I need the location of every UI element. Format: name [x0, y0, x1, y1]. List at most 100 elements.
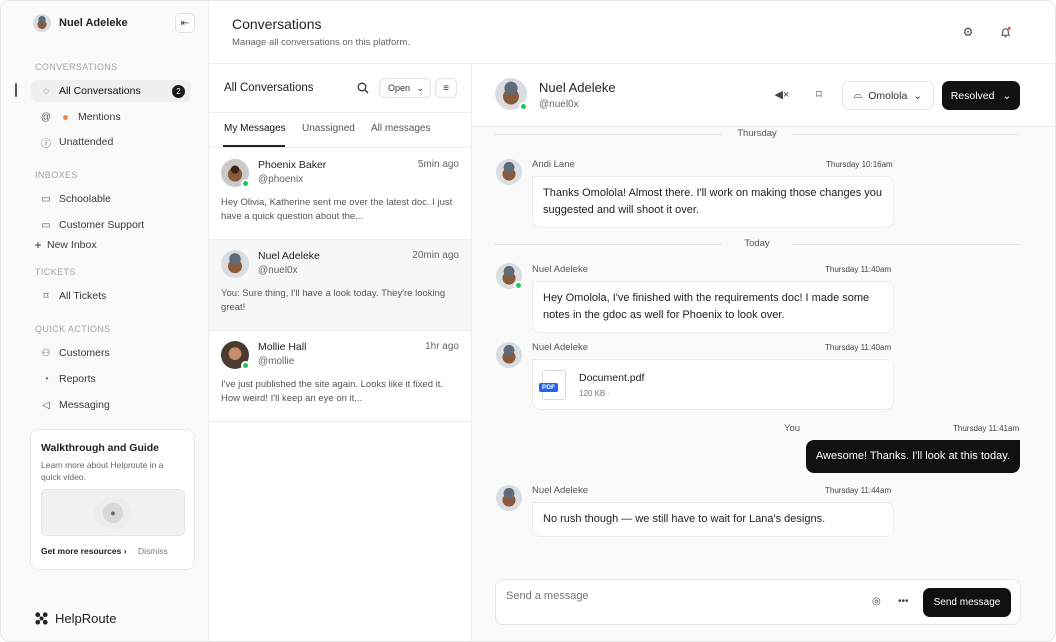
app-window: Nuel Adeleke ⇤ CONVERSATIONS ◌ All Conve… — [0, 0, 1056, 642]
sidebar-item-label: Messaging — [59, 399, 110, 411]
conversation-preview: Hey Olivia, Katherine sent me over the l… — [221, 197, 453, 222]
status-filter-select[interactable]: Open ⌄ — [379, 78, 431, 98]
tab-unassigned[interactable]: Unassigned — [302, 123, 355, 134]
online-status-dot — [241, 179, 250, 188]
message-sender: Andi Lane — [532, 159, 575, 170]
file-type-label: PDF — [539, 383, 558, 392]
conversation-preview: You: Sure thing, I'll have a look today.… — [221, 288, 446, 313]
chat-contact-handle: @nuel0x — [539, 99, 579, 110]
message-sender: Nuel Adeleke — [532, 342, 588, 353]
mute-icon[interactable]: ◀× — [774, 88, 790, 101]
day-separator: Thursday — [494, 128, 1020, 140]
sidebar-item-customer-support[interactable]: ▭ Customer Support — [31, 214, 191, 236]
sidebar-item-label: Unattended — [59, 136, 114, 148]
sidebar-item-label: All Conversations — [59, 85, 141, 97]
sidebar-item-unattended[interactable]: ⓘ Unattended — [31, 131, 191, 153]
divider — [209, 112, 471, 113]
collapse-icon: ⇤ — [180, 17, 190, 29]
message-sender: Nuel Adeleke — [532, 264, 588, 275]
users-icon: ⚇ — [41, 347, 51, 359]
walkthrough-card: Walkthrough and Guide Learn more about H… — [30, 429, 195, 570]
walkthrough-description: Learn more about Helproute in a quick vi… — [41, 460, 164, 482]
section-title-inboxes: INBOXES — [35, 170, 78, 180]
avatar — [496, 263, 523, 290]
pdf-file-icon: PDF — [539, 370, 566, 400]
divider — [209, 147, 471, 148]
get-more-resources-link[interactable]: Get more resources › — [41, 546, 127, 556]
message-time: Thursday 11:40am — [825, 265, 892, 274]
conversation-time: 20min ago — [412, 250, 459, 261]
tab-all-messages[interactable]: All messages — [371, 123, 430, 134]
logo-text: HelpRoute — [55, 611, 117, 626]
chevron-down-icon: ⌄ — [1002, 89, 1012, 102]
status-label: Resolved — [950, 89, 995, 102]
section-title-conversations: CONVERSATIONS — [35, 62, 118, 72]
conversation-handle: @nuel0x — [258, 265, 298, 276]
new-inbox-label: New Inbox — [47, 239, 97, 251]
conversation-preview: I've just published the site again. Look… — [221, 379, 444, 404]
assignee-select[interactable]: ⌓ Omolola ⌄ — [842, 81, 934, 110]
user-profile[interactable]: Nuel Adeleke ⇤ — [33, 13, 195, 33]
plus-icon: + — [34, 238, 42, 252]
message-sender: You — [784, 423, 801, 434]
avatar — [221, 159, 250, 188]
ticket-icon: ⌑ — [43, 290, 49, 302]
sidebar-item-all-tickets[interactable]: ⌑ All Tickets — [31, 285, 191, 307]
sidebar-item-reports[interactable]: ◔ Reports — [31, 368, 191, 390]
sidebar-item-all-conversations[interactable]: ◌ All Conversations 2 — [31, 80, 191, 102]
message-input[interactable] — [506, 590, 806, 602]
active-indicator — [15, 83, 17, 97]
chevron-down-icon: ⌄ — [416, 82, 424, 93]
message-bubble: No rush though — we still have to wait f… — [532, 502, 894, 537]
conversation-name: Phoenix Baker — [258, 159, 327, 171]
sidebar-item-schoolable[interactable]: ▭ Schoolable — [31, 188, 191, 210]
chat-bubble-icon: ◌ — [43, 85, 49, 97]
more-options-icon[interactable]: ••• — [898, 596, 909, 607]
sidebar-item-customers[interactable]: ⚇ Customers — [31, 342, 191, 364]
conversation-name: Nuel Adeleke — [258, 250, 320, 262]
list-title: All Conversations — [224, 82, 314, 94]
sidebar: Nuel Adeleke ⇤ CONVERSATIONS ◌ All Conve… — [1, 1, 209, 641]
sidebar-item-messaging[interactable]: ◁ Messaging — [31, 394, 191, 416]
count-badge: 2 — [172, 84, 185, 98]
video-thumbnail[interactable]: ● — [41, 489, 185, 536]
conversation-handle: @phoenix — [258, 174, 304, 185]
send-message-button[interactable]: Send message — [923, 588, 1011, 617]
chat-contact-name: Nuel Adeleke — [539, 80, 616, 95]
avatar — [496, 485, 522, 511]
sidebar-item-label: Mentions — [78, 111, 121, 123]
filter-icon: ≡ — [443, 82, 449, 94]
collapse-sidebar-button[interactable]: ⇤ — [175, 13, 195, 33]
inbox-icon: ▭ — [41, 219, 51, 231]
megaphone-icon: ◁ — [42, 399, 50, 411]
chat-header: Nuel Adeleke @nuel0x ◀× ⌑ ⌓ Omolola ⌄ Re… — [472, 64, 1055, 127]
new-inbox-button[interactable]: + New Inbox — [25, 234, 185, 256]
search-button[interactable] — [352, 78, 374, 98]
list-item[interactable]: Phoenix Baker @phoenix 5min ago Hey Oliv… — [209, 149, 471, 240]
avatar — [496, 159, 522, 185]
my-message-bubble: Awesome! Thanks. I'll look at this today… — [805, 440, 1020, 473]
conversation-list: All Conversations Open ⌄ ≡ My Messages U… — [209, 64, 472, 641]
logo-icon — [35, 612, 48, 625]
list-item[interactable]: Nuel Adeleke @nuel0x 20min ago You: Sure… — [209, 240, 471, 331]
gear-icon[interactable]: ⚙ — [960, 24, 976, 40]
dismiss-button[interactable]: Dismiss — [138, 546, 168, 556]
online-status-dot — [519, 102, 528, 111]
sidebar-item-label: Schoolable — [59, 193, 111, 205]
ticket-icon[interactable]: ⌑ — [811, 88, 827, 101]
file-attachment[interactable]: PDF Document.pdf 120 KB · — [532, 359, 894, 410]
sidebar-item-mentions[interactable]: @ Mentions — [31, 106, 191, 128]
unread-dot — [63, 114, 68, 120]
play-icon[interactable]: ● — [94, 497, 132, 529]
list-item[interactable]: Mollie Hall @mollie 1hr ago I've just pu… — [209, 331, 471, 422]
logo: HelpRoute — [34, 611, 116, 626]
avatar — [221, 250, 249, 278]
tab-my-messages[interactable]: My Messages — [224, 123, 286, 134]
bell-icon[interactable] — [997, 24, 1013, 40]
avatar — [495, 78, 528, 111]
status-filter-value: Open — [388, 83, 411, 93]
message-sender: Nuel Adeleke — [532, 485, 588, 496]
status-button[interactable]: Resolved ⌄ — [942, 81, 1020, 110]
filter-button[interactable]: ≡ — [435, 78, 457, 98]
emoji-icon[interactable]: ◎ — [872, 596, 881, 607]
